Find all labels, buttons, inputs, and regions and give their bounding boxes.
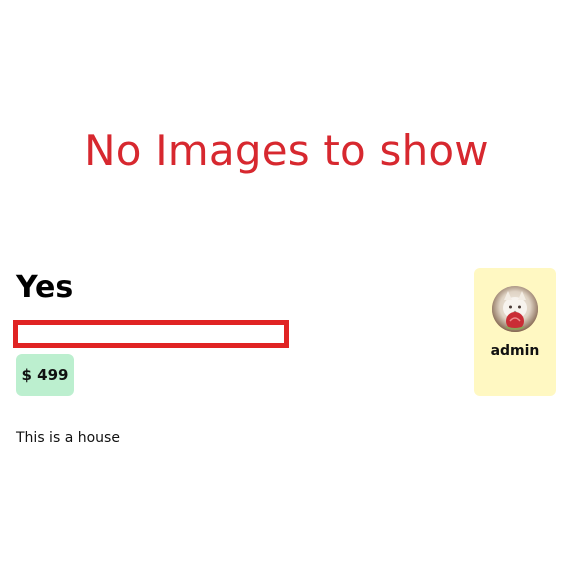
owner-username[interactable]: admin	[474, 342, 556, 360]
cat-avatar-icon	[492, 286, 538, 332]
owner-card[interactable]: admin	[474, 268, 556, 396]
avatar[interactable]	[492, 286, 538, 332]
listing-title: Yes	[16, 270, 74, 305]
empty-gallery-message: No Images to show	[84, 126, 489, 175]
listing-page: No Images to show Yes $ 499 This is a ho…	[0, 0, 587, 573]
status-outline-bar	[13, 320, 289, 348]
listing-description: This is a house	[16, 430, 120, 446]
price-badge: $ 499	[16, 354, 74, 396]
